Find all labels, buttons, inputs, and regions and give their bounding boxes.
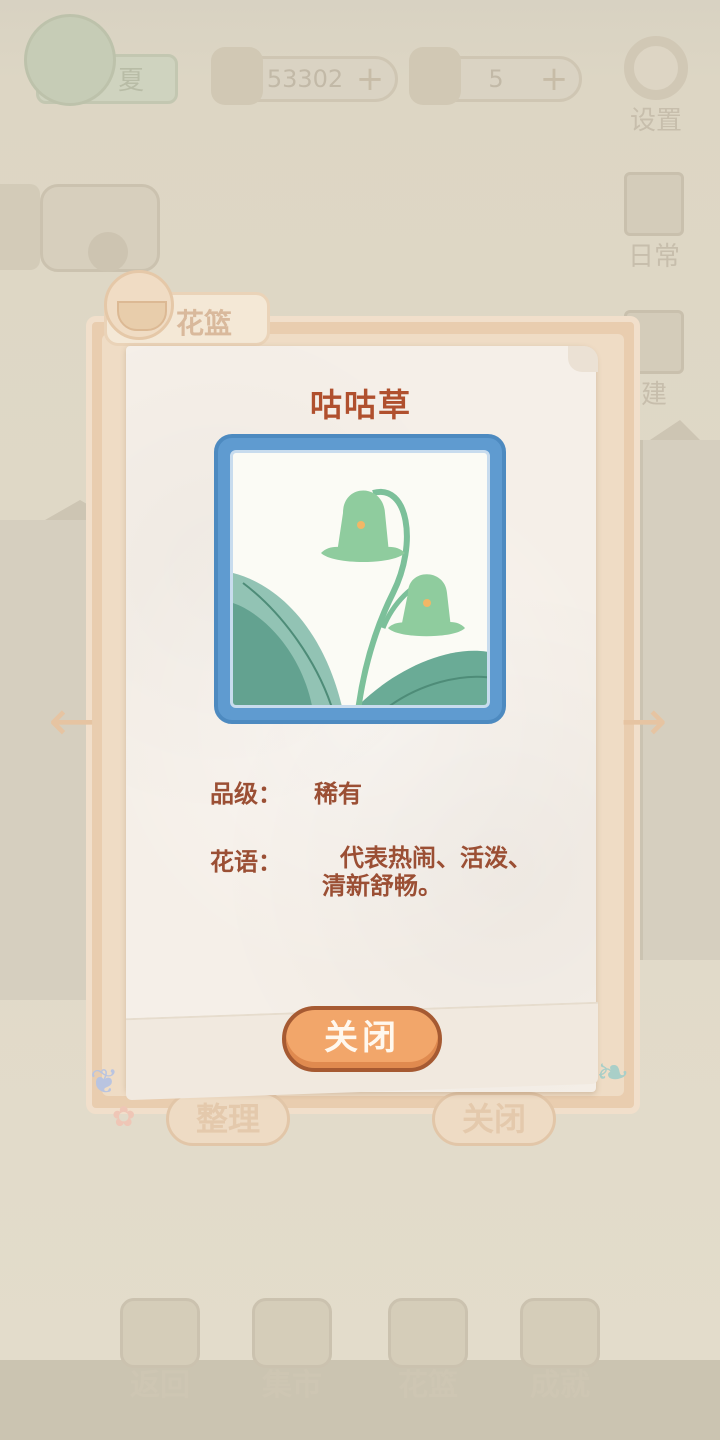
market-stall-icon [252,1298,332,1368]
bottom-navigation: 返回 集市 花篮 成就 [0,1290,720,1440]
flower-icon: ✿ [112,1100,136,1133]
cheese-count: 5 [488,65,504,93]
nav-back-button[interactable]: 返回 [112,1290,208,1403]
gear-icon [624,36,688,100]
basket-icon [388,1298,468,1368]
fish-count: 53302 [266,65,344,93]
flower-name: 咕咕草 [309,386,412,424]
add-cheese-button[interactable]: + [539,59,569,99]
season-label: 夏 [118,66,145,96]
add-fish-button[interactable]: + [355,59,385,99]
trophy-icon [520,1298,600,1368]
grade-value: 稀有 [314,780,362,808]
previous-arrow-icon[interactable]: ← [44,694,100,750]
nav-basket-label: 花篮 [398,1368,458,1403]
daily-label: 日常 [627,242,680,272]
nav-basket-button[interactable]: 花篮 [380,1290,476,1403]
top-hud: 夏 53302 + 5 + [0,0,720,140]
flower-basket-icon [104,270,174,340]
settings-label: 设置 [629,106,682,136]
nav-back-label: 返回 [130,1368,190,1403]
cheese-icon [409,47,461,105]
flower-language-label: 花语： [210,848,282,876]
sort-button[interactable]: 整理 [166,1092,290,1146]
grade-label: 品级： [210,780,282,808]
bellflower-illustration-icon [233,488,487,705]
butterfly-icon: ❦ [90,1062,119,1102]
build-label: 建 [640,380,667,410]
left-edge-tab [0,184,40,270]
panel-close-button[interactable]: 关闭 [432,1092,556,1146]
tree-avatar-icon[interactable] [24,14,116,106]
fish-currency: 53302 + [211,47,398,105]
nav-market-label: 集市 [262,1368,322,1403]
next-arrow-icon[interactable]: → [616,694,672,750]
building-left [0,520,90,1000]
nav-achievements-button[interactable]: 成就 [512,1290,608,1403]
cheese-currency: 5 + [409,47,582,105]
fish-icon [211,47,263,105]
play-icon [88,232,128,272]
flower-illustration [230,450,490,708]
basket-panel-title: 花篮 [176,307,233,340]
book-icon [120,1298,200,1368]
dragonfly-icon: ❧ [596,1050,630,1096]
nav-market-button[interactable]: 集市 [244,1290,340,1403]
paper-curl-corner [568,346,598,372]
daily-button[interactable]: 日常 [614,172,694,273]
settings-button[interactable]: 设置 [616,36,696,137]
nav-achievements-label: 成就 [530,1368,590,1403]
flower-language-value: 代表热闹、活泼、清新舒畅。 [322,844,532,900]
close-button[interactable]: 关闭 [282,1006,442,1072]
bottom-nav-bar [0,1360,720,1440]
scroll-icon [624,172,684,236]
